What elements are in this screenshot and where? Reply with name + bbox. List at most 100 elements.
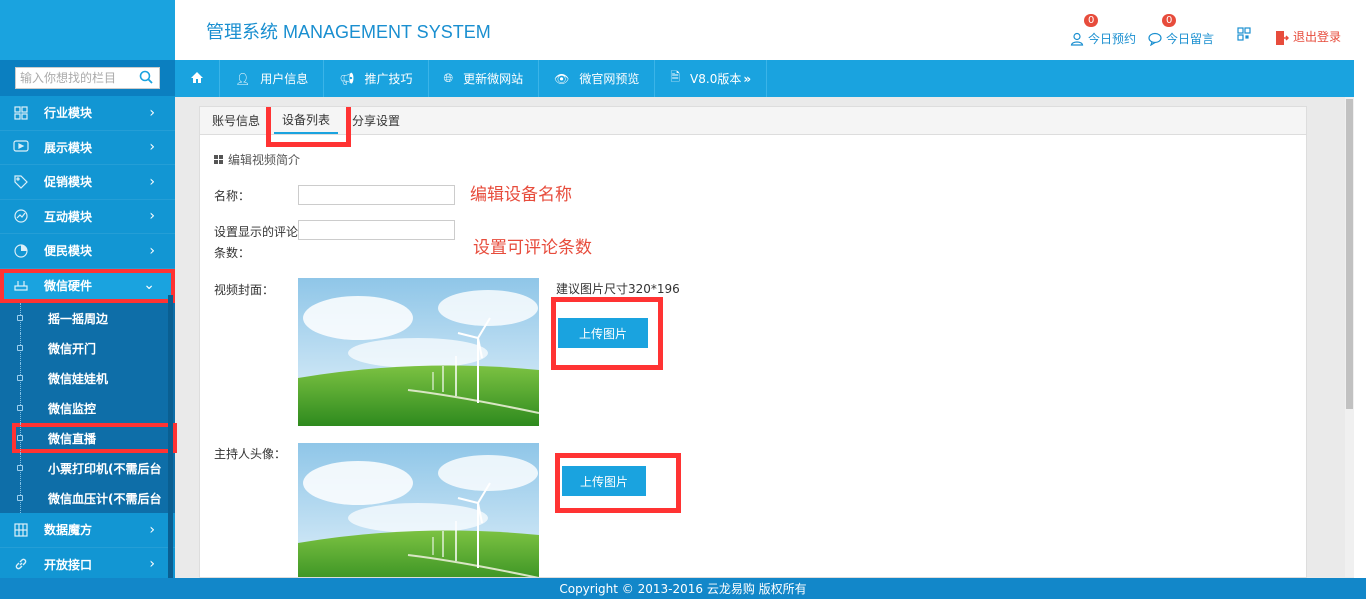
chevron-right-icon: ›: [149, 139, 155, 156]
nav-update-site[interactable]: 🌐︎ 更新微网站: [429, 60, 540, 97]
highlight-box: [551, 297, 663, 370]
submenu-item[interactable]: 微信娃娃机: [0, 363, 175, 393]
sidebar-item-data-cube[interactable]: 数据魔方 ›: [0, 513, 175, 548]
sidebar-header: [0, 0, 183, 60]
chat-icon: 0: [1148, 13, 1177, 46]
image-size-hint: 建议图片尺寸320*196: [556, 282, 680, 296]
sidebar-item-convenience[interactable]: 便民模块 ›: [0, 234, 175, 269]
sidebar-item-open-api[interactable]: 开放接口 ›: [0, 547, 175, 582]
globe-icon: 🌐︎: [443, 71, 454, 85]
avatar-label: 主持人头像：: [214, 447, 287, 461]
logout-button[interactable]: 退出登录: [1275, 28, 1341, 45]
device-name-input[interactable]: [298, 185, 455, 205]
submenu-item-label: 微信娃娃机: [48, 371, 109, 386]
sidebar-item-display[interactable]: 展示模块 ›: [0, 130, 175, 165]
user-icon: 👤︎: [235, 71, 251, 86]
submenu-item[interactable]: 微信开门: [0, 333, 175, 363]
nav-version[interactable]: 🗎 V8.0版本»: [655, 60, 768, 97]
submenu-item-label: 微信血压计(不需后台: [48, 491, 162, 506]
submenu-item-label: 微信监控: [48, 401, 97, 416]
messages-badge: 0: [1162, 13, 1177, 27]
highlight-box: [266, 107, 351, 147]
top-navigation: 👤︎ 用户信息 📢︎ 推广技巧 🌐︎ 更新微网站 👁︎ 微官网预览 🗎 V8.0版本»: [175, 60, 1354, 97]
nav-home[interactable]: [175, 60, 220, 97]
sidebar-item-label: 展示模块: [44, 140, 93, 155]
messages-label: 今日留言: [1166, 32, 1215, 46]
submenu-item[interactable]: 摇一摇周边: [0, 303, 175, 333]
sidebar-item-interactive[interactable]: 互动模块 ›: [0, 199, 175, 234]
link-icon: [12, 555, 30, 573]
play-icon: [12, 138, 30, 156]
sidebar-item-label: 促销模块: [44, 175, 93, 190]
grid-icon: [214, 155, 223, 164]
right-edge: [1354, 0, 1366, 578]
chevron-right-icon: ›: [149, 556, 155, 573]
submenu-item-label: 小票打印机(不需后台: [48, 461, 162, 476]
document-icon: 🗎: [670, 70, 681, 84]
bullet-icon: [17, 435, 23, 441]
chevron-right-icon: ›: [149, 104, 155, 121]
tag-icon: [12, 173, 30, 191]
submenu: 摇一摇周边 微信开门 微信娃娃机 微信监控 微信直播 小票打印机(不需后台 微信…: [0, 303, 177, 513]
qrcode-button[interactable]: [1237, 27, 1251, 44]
content-panel: 账号信息 设备列表 分享设置 编辑视频简介 名称： 编辑设备名称 设置显示的评论…: [199, 106, 1307, 578]
sidebar-item-label: 互动模块: [44, 209, 93, 224]
submenu-item-live[interactable]: 微信直播: [12, 423, 177, 453]
sidebar-item-industry[interactable]: 行业模块 ›: [0, 96, 175, 131]
footer: Copyright © 2013-2016 云龙易购 版权所有: [0, 578, 1366, 599]
nav-site-preview[interactable]: 👁︎ 微官网预览: [539, 60, 656, 97]
sidebar-search: [15, 67, 160, 89]
tab-account-info[interactable]: 账号信息: [204, 107, 268, 134]
tab-bar: 账号信息 设备列表 分享设置: [200, 107, 1306, 135]
search-input[interactable]: [16, 68, 136, 88]
today-appointments-link[interactable]: 0 今日预约: [1070, 13, 1137, 47]
pie-icon: [12, 242, 30, 260]
submenu-item[interactable]: 微信监控: [0, 393, 175, 423]
sidebar-item-promo[interactable]: 促销模块 ›: [0, 165, 175, 200]
video-cover-image: [298, 278, 539, 426]
cube-icon: [12, 521, 30, 539]
sidebar: 行业模块 › 展示模块 › 促销模块 › 互动模块 › 便民模块 › 微信硬件 …: [0, 0, 183, 582]
section-title: 编辑视频简介: [214, 151, 300, 168]
router-icon: [12, 276, 30, 294]
grid-icon: [12, 104, 30, 122]
submenu-item-label: 微信开门: [48, 341, 97, 356]
highlight-box: [555, 453, 681, 513]
tab-share-settings[interactable]: 分享设置: [344, 107, 408, 134]
nav-label: 用户信息: [260, 72, 309, 86]
submenu-item[interactable]: 微信血压计(不需后台: [0, 483, 175, 513]
sidebar-item-label: 便民模块: [44, 244, 93, 259]
today-messages-link[interactable]: 0 今日留言: [1148, 13, 1215, 47]
comment-count-input[interactable]: [298, 220, 455, 240]
nav-label: V8.0版本: [690, 72, 742, 86]
nav-user-info[interactable]: 👤︎ 用户信息: [220, 60, 325, 97]
scrollbar-thumb[interactable]: [1346, 99, 1353, 409]
logout-label: 退出登录: [1293, 30, 1342, 44]
submenu-item-label: 摇一摇周边: [48, 311, 109, 326]
search-icon[interactable]: [139, 70, 155, 86]
appointments-badge: 0: [1084, 13, 1099, 27]
bullet-icon: [17, 345, 23, 351]
sidebar-scrollbar[interactable]: [168, 295, 173, 578]
appointments-label: 今日预约: [1088, 32, 1137, 46]
eye-icon: 👁︎: [554, 71, 570, 86]
chevron-right-icon: ›: [149, 521, 155, 538]
bullet-icon: [17, 405, 23, 411]
sidebar-item-wechat-hardware[interactable]: 微信硬件 ⌄: [0, 268, 175, 303]
qrcode-icon: [1237, 27, 1251, 44]
logout-icon: [1275, 30, 1290, 45]
comments-label-line2: 条数：: [214, 246, 251, 260]
host-avatar-image: [298, 443, 539, 577]
bullet-icon: [17, 375, 23, 381]
sidebar-item-label: 开放接口: [44, 557, 93, 572]
annotation-comments: 设置可评论条数: [473, 238, 592, 258]
annotation-name: 编辑设备名称: [470, 185, 572, 205]
page-scrollbar[interactable]: [1345, 97, 1354, 577]
chart-icon: [12, 207, 30, 225]
double-chevron-right-icon: »: [743, 71, 752, 86]
name-label: 名称：: [214, 189, 251, 203]
megaphone-icon: 📢︎: [339, 71, 355, 86]
nav-promotion-tips[interactable]: 📢︎ 推广技巧: [324, 60, 429, 97]
submenu-item[interactable]: 小票打印机(不需后台: [0, 453, 175, 483]
chevron-right-icon: ›: [149, 173, 155, 190]
